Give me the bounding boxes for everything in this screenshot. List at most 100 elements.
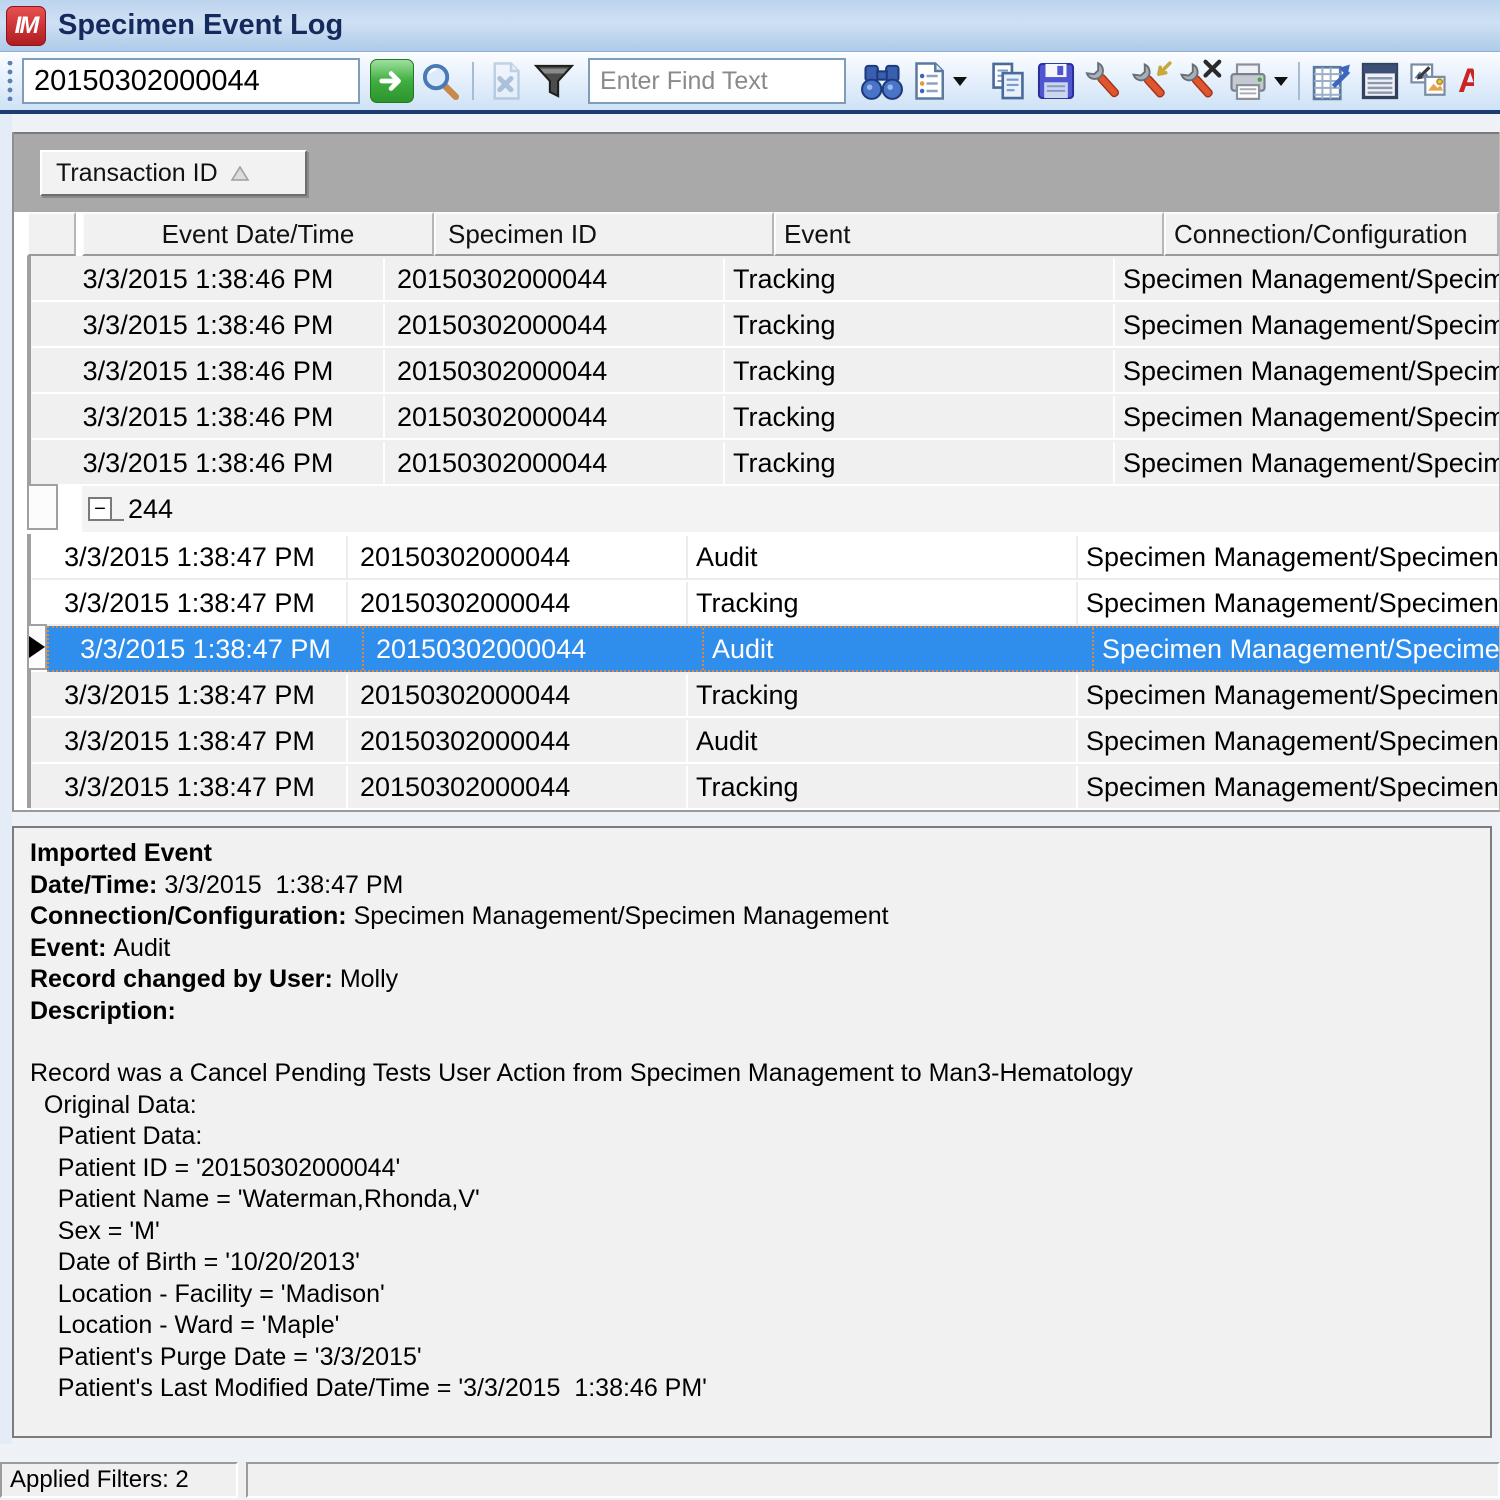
cell-event[interactable]: Audit — [704, 628, 1094, 670]
go-button[interactable] — [368, 56, 416, 106]
export-data-button[interactable] — [1308, 56, 1356, 106]
cell-event[interactable]: Tracking — [688, 766, 1078, 808]
cell-specimen-id[interactable]: 20150302000044 — [348, 674, 688, 716]
grid-row[interactable]: 3/3/2015 1:38:46 PM20150302000044Trackin… — [14, 348, 1499, 394]
header-corner-cell — [27, 212, 76, 256]
dropdown-caret-icon — [1274, 77, 1288, 86]
cell-connection[interactable]: Specimen Management/Specimen Management — [1115, 258, 1500, 300]
cell-connection[interactable]: Specimen Management/Specimen Management — [1078, 582, 1500, 624]
filter-button[interactable] — [530, 56, 578, 106]
grid-row[interactable]: 3/3/2015 1:38:47 PM20150302000044AuditSp… — [14, 626, 1499, 672]
detail-field: Date/Time: 3/3/2015 1:38:47 PM — [30, 870, 1490, 902]
grid-row[interactable]: 3/3/2015 1:38:46 PM20150302000044Trackin… — [14, 302, 1499, 348]
rows-in-group: 3/3/2015 1:38:47 PM20150302000044AuditSp… — [14, 534, 1499, 810]
detail-field: Record changed by User: Molly — [30, 964, 1490, 996]
cell-specimen-id[interactable]: 20150302000044 — [348, 536, 688, 578]
cell-specimen-id[interactable]: 20150302000044 — [385, 442, 725, 484]
cell-event-datetime[interactable]: 3/3/2015 1:38:47 PM — [33, 582, 348, 624]
description-line: Patient ID = '20150302000044' — [30, 1153, 1490, 1185]
clear-find-button[interactable] — [482, 56, 530, 106]
cell-event-datetime[interactable]: 3/3/2015 1:38:47 PM — [33, 720, 348, 762]
cell-connection[interactable]: Specimen Management/Specimen Management — [1094, 628, 1500, 670]
cell-event-datetime[interactable]: 3/3/2015 1:38:47 PM — [33, 766, 348, 808]
cell-connection[interactable]: Specimen Management/Specimen Management — [1115, 442, 1500, 484]
cell-event[interactable]: Tracking — [725, 258, 1115, 300]
find-button[interactable] — [858, 56, 906, 106]
cell-connection[interactable]: Specimen Management/Specimen Management — [1078, 766, 1500, 808]
grid-row[interactable]: 3/3/2015 1:38:46 PM20150302000044Trackin… — [14, 394, 1499, 440]
cell-event-datetime[interactable]: 3/3/2015 1:38:46 PM — [33, 304, 385, 346]
cell-connection[interactable]: Specimen Management/Specimen Management — [1078, 720, 1500, 762]
rows-before-group: 3/3/2015 1:38:46 PM20150302000044Trackin… — [14, 256, 1499, 486]
cell-event[interactable]: Audit — [688, 536, 1078, 578]
cell-connection[interactable]: Specimen Management/Specimen Management — [1115, 304, 1500, 346]
font-color-button[interactable]: A — [1458, 62, 1474, 101]
row-selector[interactable] — [27, 484, 58, 530]
cell-event[interactable]: Tracking — [725, 396, 1115, 438]
transaction-id-input[interactable] — [22, 58, 360, 104]
column-header-event-datetime[interactable]: Event Date/Time — [82, 212, 434, 256]
cell-specimen-id[interactable]: 20150302000044 — [364, 628, 704, 670]
detail-field: Connection/Configuration: Specimen Manag… — [30, 901, 1490, 933]
cell-event[interactable]: Tracking — [688, 674, 1078, 716]
grid-row[interactable]: 3/3/2015 1:38:46 PM20150302000044Trackin… — [14, 440, 1499, 486]
row-selector[interactable] — [27, 624, 47, 670]
cell-event-datetime[interactable]: 3/3/2015 1:38:47 PM — [33, 674, 348, 716]
group-by-chip-transaction-id[interactable]: Transaction ID — [40, 150, 307, 196]
cell-event-datetime[interactable]: 3/3/2015 1:38:46 PM — [33, 396, 385, 438]
cell-event-datetime[interactable]: 3/3/2015 1:38:46 PM — [33, 258, 385, 300]
detail-fields: Date/Time: 3/3/2015 1:38:47 PMConnection… — [30, 870, 1490, 1028]
cell-specimen-id[interactable]: 20150302000044 — [385, 396, 725, 438]
cell-event-datetime[interactable]: 3/3/2015 1:38:47 PM — [33, 536, 348, 578]
dropdown-caret-icon — [953, 77, 967, 86]
cell-connection[interactable]: Specimen Management/Specimen Management — [1115, 350, 1500, 392]
column-header-event[interactable]: Event — [774, 212, 1164, 256]
cell-event[interactable]: Tracking — [725, 350, 1115, 392]
search-button[interactable] — [416, 56, 464, 106]
print-button[interactable] — [1224, 56, 1290, 106]
grid-row[interactable]: 3/3/2015 1:38:47 PM20150302000044Trackin… — [14, 672, 1499, 718]
configure-button[interactable] — [1080, 56, 1128, 106]
cell-specimen-id[interactable]: 20150302000044 — [385, 304, 725, 346]
cell-specimen-id[interactable]: 20150302000044 — [348, 582, 688, 624]
cell-event-datetime[interactable]: 3/3/2015 1:38:47 PM — [49, 628, 364, 670]
grid-row[interactable]: 3/3/2015 1:38:47 PM20150302000044AuditSp… — [14, 534, 1499, 580]
toolbar-grip-handle[interactable] — [6, 61, 14, 101]
view-options-button[interactable] — [906, 56, 970, 106]
grid-row[interactable]: 3/3/2015 1:38:47 PM20150302000044Trackin… — [14, 580, 1499, 626]
cell-specimen-id[interactable]: 20150302000044 — [348, 766, 688, 808]
report-view-button[interactable] — [1356, 56, 1404, 106]
cell-connection[interactable]: Specimen Management/Specimen Management — [1115, 396, 1500, 438]
cell-event-datetime[interactable]: 3/3/2015 1:38:46 PM — [33, 442, 385, 484]
delete-config-button[interactable] — [1176, 56, 1224, 106]
cell-specimen-id[interactable]: 20150302000044 — [385, 258, 725, 300]
description-line: Patient's Last Modified Date/Time = '3/3… — [30, 1373, 1490, 1405]
grid-row[interactable]: 3/3/2015 1:38:47 PM20150302000044AuditSp… — [14, 718, 1499, 764]
copy-button[interactable] — [984, 56, 1032, 106]
description-line: Patient Name = 'Waterman,Rhonda,V' — [30, 1184, 1490, 1216]
status-bar: Applied Filters: 2 — [0, 1462, 1500, 1500]
window-edge — [0, 114, 12, 1444]
cell-event[interactable]: Audit — [688, 720, 1078, 762]
collapse-group-button[interactable]: − — [88, 497, 112, 521]
filter-funnel-icon — [532, 59, 576, 103]
export-image-button[interactable] — [1404, 56, 1452, 106]
cell-event-datetime[interactable]: 3/3/2015 1:38:46 PM — [33, 350, 385, 392]
cell-connection[interactable]: Specimen Management/Specimen Management — [1078, 536, 1500, 578]
cell-connection[interactable]: Specimen Management/Specimen Management — [1078, 674, 1500, 716]
grid-row[interactable]: 3/3/2015 1:38:47 PM20150302000044Trackin… — [14, 764, 1499, 810]
cell-event[interactable]: Tracking — [725, 304, 1115, 346]
column-header-specimen-id[interactable]: Specimen ID — [434, 212, 774, 256]
grid-row[interactable]: 3/3/2015 1:38:46 PM20150302000044Trackin… — [14, 256, 1499, 302]
description-line: Location - Ward = 'Maple' — [30, 1310, 1490, 1342]
find-text-input[interactable] — [588, 58, 846, 104]
save-button[interactable] — [1032, 56, 1080, 106]
group-row[interactable]: − 244 — [14, 486, 1499, 534]
group-by-label: Transaction ID — [56, 159, 218, 188]
cell-specimen-id[interactable]: 20150302000044 — [348, 720, 688, 762]
import-config-button[interactable] — [1128, 56, 1176, 106]
cell-event[interactable]: Tracking — [725, 442, 1115, 484]
cell-specimen-id[interactable]: 20150302000044 — [385, 350, 725, 392]
column-header-connection[interactable]: Connection/Configuration — [1164, 212, 1499, 256]
cell-event[interactable]: Tracking — [688, 582, 1078, 624]
